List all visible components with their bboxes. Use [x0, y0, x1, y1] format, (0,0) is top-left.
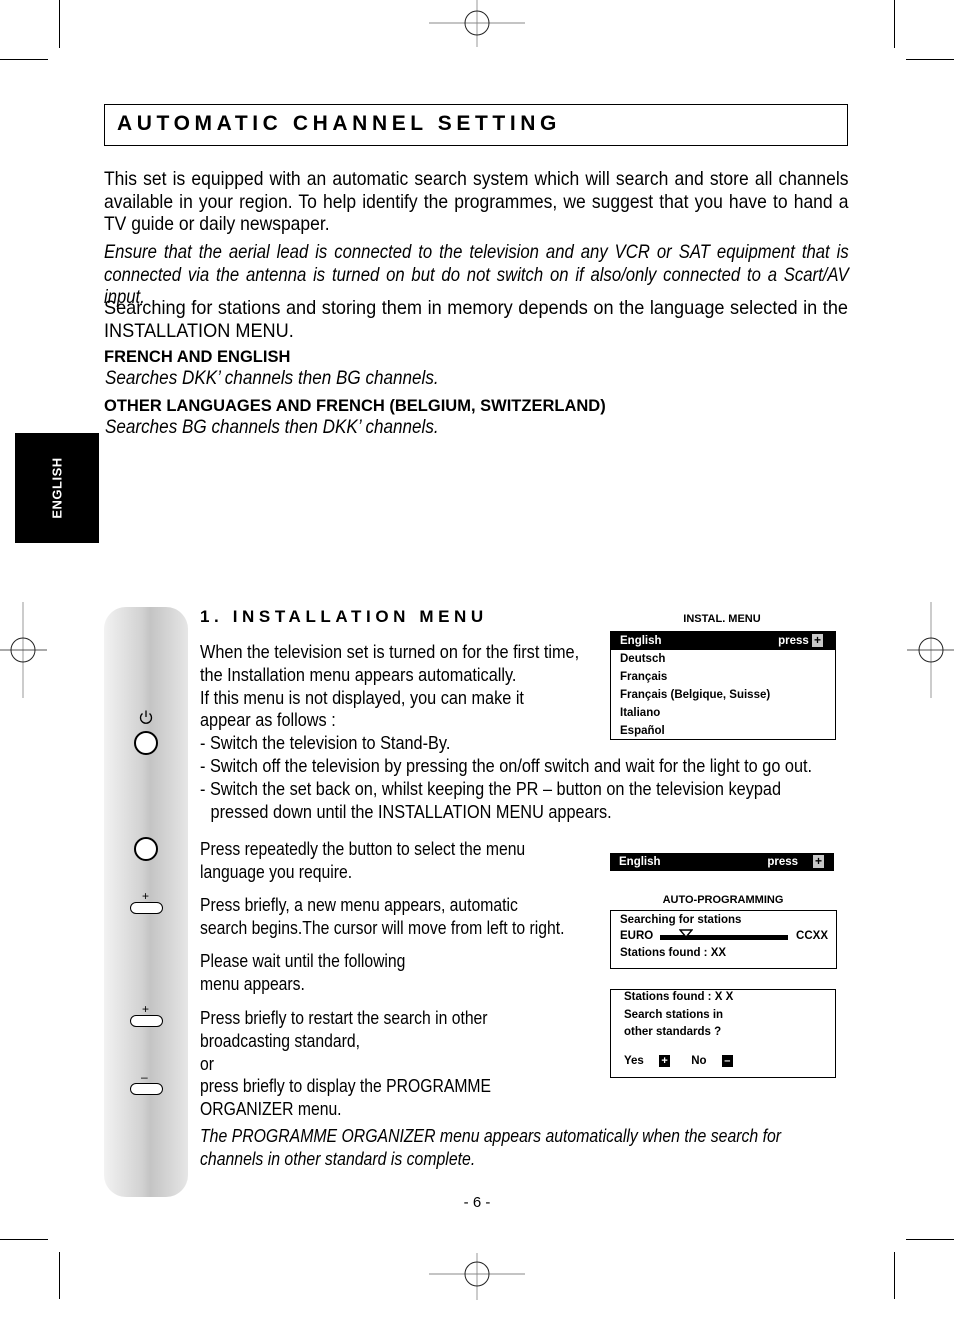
menu-item-deutsch[interactable]: Deutsch [611, 650, 835, 668]
group-text-other-languages: Searches BG channels then DKK’ channels. [105, 417, 439, 438]
search-progress-track [660, 929, 788, 940]
text-line: Press briefly, a new menu appears, autom… [200, 894, 518, 915]
plus-icon: + [142, 889, 150, 903]
no-label: No [691, 1055, 707, 1067]
text-line: - Switch off the television by pressing … [200, 754, 813, 776]
stations-found-count: Stations found : X X [624, 991, 734, 1003]
yes-option[interactable]: Yes + [624, 1054, 673, 1067]
section-title-installation-menu: 1. INSTALLATION MENU [200, 607, 488, 626]
menu-item-label: English [620, 635, 662, 647]
search-question-line1: Search stations in [624, 1009, 724, 1021]
step-wait: Please wait until the following menu app… [200, 950, 405, 996]
text-line: ORGANIZER menu. [200, 1098, 342, 1120]
yes-no-row: Yes + No – [611, 1053, 835, 1071]
page-title-box: AUTOMATIC CHANNEL SETTING [104, 104, 848, 146]
menu-button[interactable] [134, 837, 158, 861]
yes-label: Yes [624, 1055, 644, 1067]
press-label: press [778, 635, 809, 647]
other-standards-box: Stations found : X X Search stations in … [610, 989, 836, 1078]
pr-minus-button[interactable] [130, 1083, 163, 1095]
text-line: Press briefly to restart the search in o… [200, 1007, 488, 1028]
power-button[interactable] [134, 731, 158, 755]
no-option[interactable]: No – [691, 1054, 733, 1067]
registration-mark [907, 602, 954, 698]
page-title: AUTOMATIC CHANNEL SETTING [117, 112, 561, 135]
search-language-paragraph: Searching for stations and storing them … [104, 297, 848, 342]
range-end-label: CCXX [796, 930, 828, 942]
stations-found: Stations found : XX [620, 947, 727, 959]
plus-key-icon: + [812, 633, 823, 647]
group-heading-other-languages: OTHER LANGUAGES AND FRENCH (BELGIUM, SWI… [104, 397, 606, 415]
crop-mark [894, 1252, 895, 1299]
crop-mark [0, 1239, 48, 1240]
plus-icon: + [142, 1002, 150, 1016]
searching-status: Searching for stations [620, 914, 742, 926]
pr-plus-button[interactable] [130, 1015, 163, 1027]
power-icon [139, 710, 153, 724]
crop-mark [59, 1252, 60, 1299]
crop-mark [906, 1239, 954, 1240]
group-heading-french-english: FRENCH AND ENGLISH [104, 348, 291, 366]
page-number: - 6 - [463, 1194, 491, 1211]
registration-mark [0, 602, 47, 698]
registration-mark [429, 1253, 525, 1300]
menu-item-english-selected[interactable]: English press + [611, 632, 835, 650]
text-line: search begins.The cursor will move from … [200, 916, 565, 938]
step-select-language: Press repeatedly the button to select th… [200, 838, 525, 884]
search-question-line2: other standards ? [624, 1026, 722, 1038]
instal-menu: English press + Deutsch Français Françai… [610, 631, 836, 740]
range-start-label: EURO [620, 930, 654, 942]
language-bar-label: English [619, 856, 661, 868]
menu-item-espanol[interactable]: Español [611, 722, 835, 740]
text-line: channels in other standard is complete. [200, 1147, 476, 1169]
crop-mark [906, 59, 954, 60]
auto-programming-caption: AUTO-PROGRAMMING [662, 894, 784, 906]
text-line: The PROGRAMME ORGANIZER menu appears aut… [200, 1125, 782, 1146]
text-line: press briefly to display the PROGRAMME [200, 1075, 492, 1097]
minus-icon: – [141, 1070, 148, 1084]
tv-keypad: + + – [104, 607, 188, 1197]
plus-key-icon: + [659, 1054, 671, 1067]
crop-mark [0, 59, 48, 60]
language-side-tab: ENGLISH [15, 433, 99, 543]
text-line: Press repeatedly the button to select th… [200, 838, 526, 859]
step-restart-search: Press briefly to restart the search in o… [200, 1007, 491, 1121]
vol-plus-button[interactable] [130, 902, 163, 914]
registration-mark [429, 0, 525, 47]
text-line: Please wait until the following [200, 950, 406, 971]
menu-item-italiano[interactable]: Italiano [611, 704, 835, 722]
intro-paragraph: This set is equipped with an automatic s… [104, 168, 849, 235]
plus-key-icon: + [813, 854, 824, 868]
language-bar[interactable]: English press + [610, 853, 834, 871]
text-line: language you require. [200, 860, 353, 882]
minus-key-icon: – [721, 1054, 733, 1067]
crop-mark [59, 0, 60, 48]
auto-programming-box: Searching for stations EURO CCXX Station… [610, 910, 837, 969]
text-line: or [200, 1052, 214, 1074]
programme-organizer-note: The PROGRAMME ORGANIZER menu appears aut… [200, 1125, 781, 1171]
text-line: broadcasting standard, [200, 1029, 360, 1051]
text-line: - Switch the set back on, whilst keeping… [200, 777, 781, 799]
menu-item-francais[interactable]: Français [611, 668, 835, 686]
search-progress-row: EURO CCXX [611, 928, 836, 945]
search-cursor-icon [678, 929, 693, 939]
press-label: press [767, 856, 798, 868]
menu-item-francais-belgique-suisse[interactable]: Français (Belgique, Suisse) [611, 686, 835, 704]
press-hint: press + [778, 632, 823, 650]
instal-menu-caption: INSTAL. MENU [683, 613, 761, 625]
crop-mark [894, 0, 895, 48]
group-text-french-english: Searches DKK’ channels then BG channels. [105, 368, 439, 389]
step-start-search: Press briefly, a new menu appears, autom… [200, 894, 564, 940]
language-side-tab-label: ENGLISH [49, 457, 65, 519]
text-line: menu appears. [200, 972, 305, 994]
text-line: pressed down until the INSTALLATION MENU… [210, 800, 612, 822]
